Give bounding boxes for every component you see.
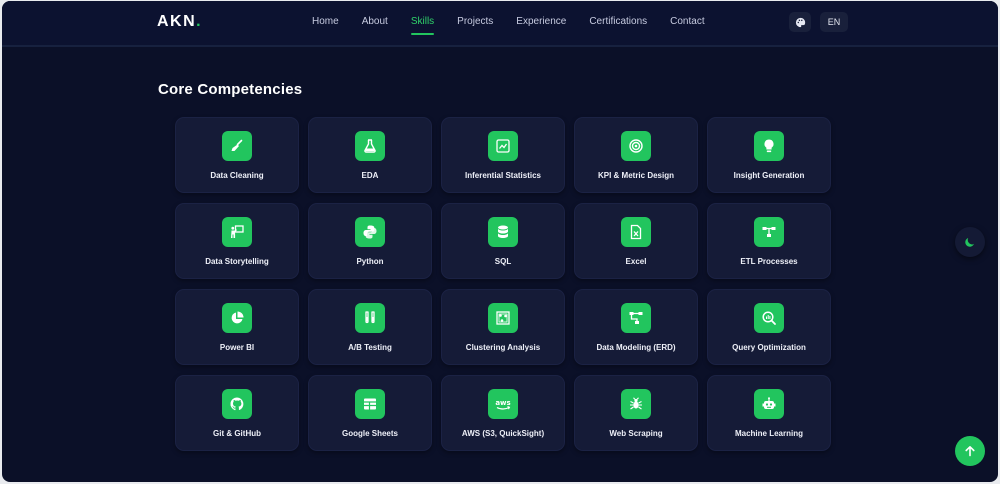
skill-card[interactable]: Query Optimization — [707, 289, 831, 365]
skill-label: ETL Processes — [740, 257, 798, 266]
skill-card[interactable]: Google Sheets — [308, 375, 432, 451]
broom-icon — [231, 139, 243, 151]
skills-grid: Data Cleaning EDA Inferential Statistics… — [175, 117, 831, 451]
schema-icon — [629, 312, 643, 324]
skill-card[interactable]: Web Scraping — [574, 375, 698, 451]
nav-link-projects[interactable]: Projects — [457, 16, 493, 33]
logo-dot: . — [196, 13, 203, 30]
skill-card[interactable]: Data Modeling (ERD) — [574, 289, 698, 365]
skill-label: Google Sheets — [341, 429, 398, 438]
aws-icon: aws — [495, 399, 511, 410]
skill-label: Python — [356, 257, 384, 266]
flask-icon — [364, 139, 376, 153]
skill-label: Insight Generation — [733, 171, 805, 180]
logo[interactable]: AKN. — [157, 13, 202, 31]
arrow-up-icon — [965, 446, 975, 457]
nav-link-certifications[interactable]: Certifications — [589, 16, 647, 33]
python-icon — [363, 225, 377, 239]
skill-card[interactable]: EDA — [308, 117, 432, 193]
skill-card[interactable]: Power BI — [175, 289, 299, 365]
nav-links: Home About Skills Projects Experience Ce… — [312, 16, 728, 35]
nav-link-about[interactable]: About — [362, 16, 388, 33]
line-chart-icon — [496, 139, 510, 153]
excel-file-icon — [630, 224, 642, 240]
lightbulb-icon — [764, 139, 774, 153]
skill-label: Data Cleaning — [210, 171, 264, 180]
pie-chart-icon — [231, 311, 244, 324]
skill-label: AWS (S3, QuickSight) — [461, 429, 545, 438]
nav-link-experience[interactable]: Experience — [516, 16, 566, 33]
skill-card[interactable]: Python — [308, 203, 432, 279]
skill-card[interactable]: ETL Processes — [707, 203, 831, 279]
robot-icon — [762, 397, 776, 409]
skill-card[interactable]: A/B Testing — [308, 289, 432, 365]
skill-label: Inferential Statistics — [464, 171, 542, 180]
theme-toggle-button[interactable] — [955, 227, 985, 257]
pipeline-icon — [762, 227, 776, 237]
github-icon — [230, 397, 244, 411]
skill-card[interactable]: Data Storytelling — [175, 203, 299, 279]
sheet-icon — [364, 398, 376, 410]
skill-label: A/B Testing — [348, 343, 392, 352]
target-icon — [629, 139, 643, 153]
skill-card[interactable]: KPI & Metric Design — [574, 117, 698, 193]
skill-label: KPI & Metric Design — [597, 171, 674, 180]
test-tubes-icon — [365, 311, 375, 324]
skill-label: SQL — [494, 257, 512, 266]
skill-card[interactable]: SQL — [441, 203, 565, 279]
skill-card[interactable]: Insight Generation — [707, 117, 831, 193]
moon-icon — [965, 238, 974, 247]
skill-card[interactable]: Machine Learning — [707, 375, 831, 451]
palette-button[interactable] — [789, 12, 811, 32]
nav-link-skills[interactable]: Skills — [410, 16, 435, 35]
svg-text:aws: aws — [495, 399, 510, 407]
navbar: AKN. Home About Skills Projects Experien… — [2, 1, 998, 47]
page-frame: AKN. Home About Skills Projects Experien… — [2, 1, 998, 482]
skill-label: Clustering Analysis — [465, 343, 541, 352]
skill-card[interactable]: aws AWS (S3, QuickSight) — [441, 375, 565, 451]
skill-card[interactable]: Git & GitHub — [175, 375, 299, 451]
skill-label: Machine Learning — [734, 429, 803, 438]
skill-label: Power BI — [219, 343, 255, 352]
skill-label: Web Scraping — [609, 429, 663, 438]
spider-icon — [630, 397, 642, 410]
logo-text: AKN — [157, 13, 197, 30]
database-icon — [498, 225, 508, 238]
nav-link-home[interactable]: Home — [312, 16, 339, 33]
skill-label: Query Optimization — [732, 343, 806, 352]
search-chart-icon — [762, 311, 776, 325]
scroll-top-button[interactable] — [955, 436, 985, 466]
skill-label: Data Modeling (ERD) — [596, 343, 676, 352]
skill-label: Data Storytelling — [205, 257, 269, 266]
presenter-icon — [231, 225, 244, 238]
palette-icon — [795, 17, 805, 27]
clusters-icon — [496, 311, 510, 325]
language-button[interactable]: EN — [820, 12, 848, 32]
section-title: Core Competencies — [158, 81, 303, 98]
nav-link-contact[interactable]: Contact — [670, 16, 704, 33]
skill-card[interactable]: Excel — [574, 203, 698, 279]
skill-label: EDA — [361, 171, 379, 180]
skill-card[interactable]: Clustering Analysis — [441, 289, 565, 365]
skill-label: Git & GitHub — [213, 429, 261, 438]
skill-card[interactable]: Inferential Statistics — [441, 117, 565, 193]
skill-card[interactable]: Data Cleaning — [175, 117, 299, 193]
skill-label: Excel — [625, 257, 647, 266]
